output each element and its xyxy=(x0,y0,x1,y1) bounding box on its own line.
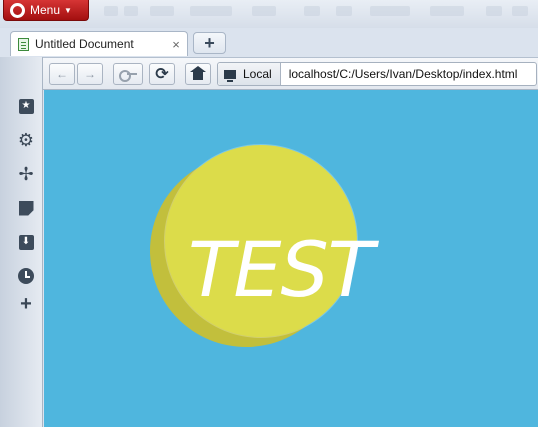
sidebar-item-bookmarks[interactable]: ★ xyxy=(17,97,35,115)
reload-icon: ⟳ xyxy=(155,66,169,83)
site-security-badge[interactable]: Local xyxy=(218,63,281,85)
monitor-icon xyxy=(224,69,236,82)
security-label: Local xyxy=(243,67,272,81)
sidebar-item-add-panel[interactable]: + xyxy=(17,292,35,315)
background-window-element xyxy=(486,6,502,16)
background-window-element xyxy=(304,6,320,16)
background-window-element xyxy=(336,6,352,16)
panel-sidebar: ★ ⚙ ✢ ⬇ + xyxy=(0,57,43,427)
page-viewport: TEST xyxy=(44,90,538,427)
background-window-element xyxy=(104,6,118,16)
opera-logo-icon xyxy=(10,2,25,18)
bookmarks-icon: ★ xyxy=(18,98,34,114)
background-window-element xyxy=(124,6,138,16)
downloads-icon: ⬇ xyxy=(18,234,34,250)
forward-arrow-icon: → xyxy=(84,67,96,81)
key-icon xyxy=(119,70,137,82)
clock-icon xyxy=(18,268,34,284)
tab-title: Untitled Document xyxy=(35,37,134,51)
opera-menu-button[interactable]: Menu ▼ xyxy=(3,0,89,21)
back-button[interactable]: ← xyxy=(49,63,75,85)
reload-button[interactable]: ⟳ xyxy=(149,63,175,85)
background-window-element xyxy=(150,6,174,16)
menu-label: Menu xyxy=(30,3,61,17)
navigation-toolbar: ← → ⟳ Local localhost/C:/Users/Ivan/Desk… xyxy=(43,57,538,90)
plus-icon: + xyxy=(20,292,32,315)
notes-icon xyxy=(18,200,34,216)
fan-icon: ✢ xyxy=(18,163,34,184)
chevron-down-icon: ▼ xyxy=(64,5,72,15)
background-window-element xyxy=(252,6,276,16)
sidebar-item-history[interactable] xyxy=(17,267,35,285)
home-icon xyxy=(190,65,206,80)
address-bar[interactable]: Local localhost/C:/Users/Ivan/Desktop/in… xyxy=(217,62,537,86)
background-window-element xyxy=(430,6,464,16)
home-button[interactable] xyxy=(185,63,211,85)
sidebar-item-downloads[interactable]: ⬇ xyxy=(17,233,35,251)
sidebar-item-extensions[interactable]: ⚙ xyxy=(17,129,35,150)
wand-button[interactable] xyxy=(113,63,143,85)
forward-button[interactable]: → xyxy=(77,63,103,85)
background-window-element xyxy=(512,6,528,16)
title-bar: Menu ▼ xyxy=(0,0,538,28)
gear-icon: ⚙ xyxy=(17,129,35,150)
sidebar-item-unite[interactable]: ✢ xyxy=(17,163,35,184)
background-window-element xyxy=(370,6,410,16)
tab-untitled-document[interactable]: Untitled Document × xyxy=(10,31,188,56)
close-tab-icon[interactable]: × xyxy=(168,37,184,52)
new-tab-button[interactable]: + xyxy=(193,32,226,54)
url-text[interactable]: localhost/C:/Users/Ivan/Desktop/index.ht… xyxy=(281,67,518,81)
sidebar-item-notes[interactable] xyxy=(17,199,35,217)
back-arrow-icon: ← xyxy=(56,67,68,81)
document-icon xyxy=(18,37,29,51)
background-window-element xyxy=(190,6,232,16)
test-heading: TEST xyxy=(188,225,374,314)
